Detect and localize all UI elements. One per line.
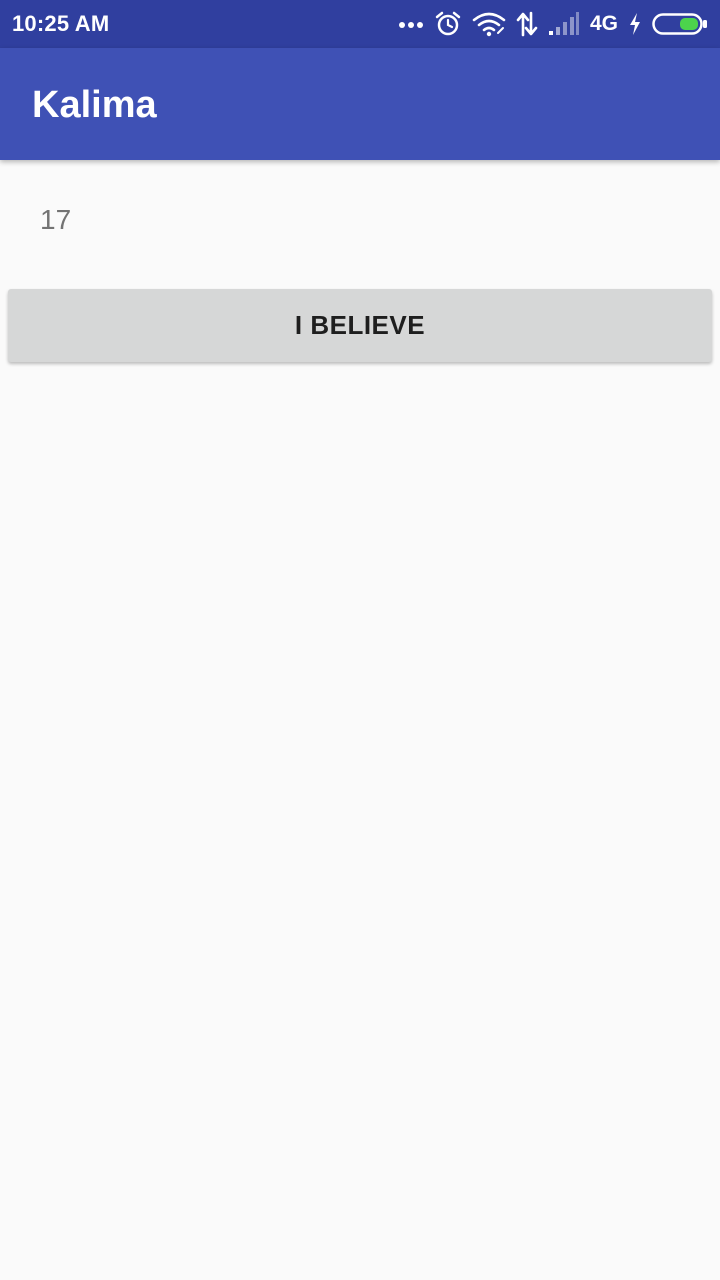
status-time: 10:25 AM	[12, 11, 110, 36]
alarm-icon	[434, 10, 462, 38]
counter-value: 17	[40, 204, 72, 235]
app-title: Kalima	[32, 84, 157, 126]
status-icons: 4G	[388, 0, 708, 48]
status-bar: 10:25 AM 4G	[0, 0, 720, 48]
battery-fill	[680, 18, 698, 30]
believe-button[interactable]: I BELIEVE	[8, 289, 712, 362]
data-transfer-icon	[516, 11, 538, 37]
battery-icon	[652, 13, 708, 35]
more-dots-icon	[398, 19, 424, 29]
wifi-icon	[472, 11, 506, 37]
charging-icon	[628, 12, 642, 36]
network-type-label: 4G	[589, 12, 618, 35]
app-bar: Kalima	[0, 48, 720, 160]
cell-signal-icon	[548, 12, 580, 36]
